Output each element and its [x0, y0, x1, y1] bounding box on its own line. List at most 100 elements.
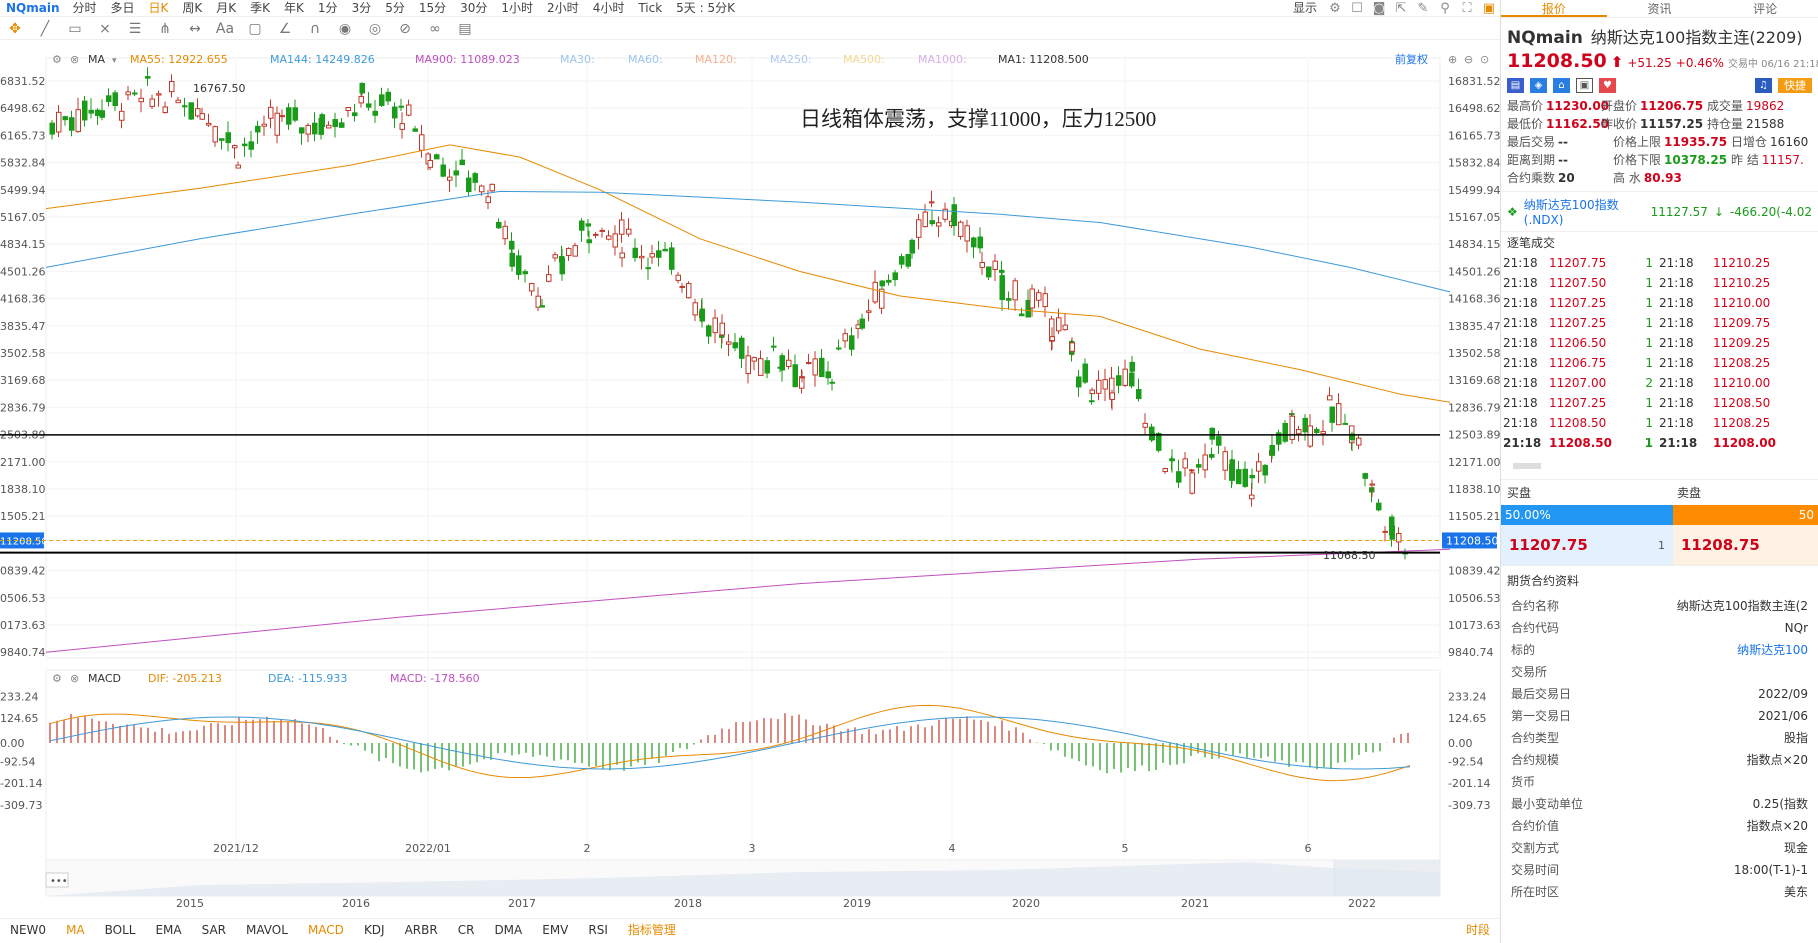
tab-news[interactable]: 资讯: [1607, 0, 1713, 17]
timeframe-14[interactable]: 4小时: [586, 0, 632, 17]
candle-body: [175, 99, 181, 104]
timeframe-2[interactable]: 日K: [142, 0, 176, 17]
candle-body: [242, 143, 248, 147]
share-icon[interactable]: ⇱: [1390, 0, 1412, 17]
bank-icon[interactable]: ⌂: [1553, 78, 1570, 93]
contract-value[interactable]: 纳斯达克100: [1737, 639, 1808, 661]
indicator-3[interactable]: EMA: [145, 919, 191, 941]
macd-tick: -92.54: [1448, 756, 1483, 769]
candle-body: [529, 283, 535, 292]
timeframe-16[interactable]: 5天 : 5分K: [669, 0, 742, 17]
fib-tool-icon[interactable]: ⋔: [150, 18, 180, 40]
more-tool-icon[interactable]: ▤: [450, 18, 480, 40]
flag-icon[interactable]: ▤: [1507, 78, 1524, 93]
indicator-12[interactable]: RSI: [578, 919, 618, 941]
fullscreen-icon[interactable]: ⛶: [1456, 0, 1478, 17]
session-button[interactable]: 时段: [1456, 919, 1500, 941]
timeframe-7[interactable]: 1分: [311, 0, 345, 17]
indicator-2[interactable]: BOLL: [95, 919, 146, 941]
link-icon[interactable]: ⚲: [1434, 0, 1456, 17]
comment-tool-icon[interactable]: ▢: [240, 18, 270, 40]
timeframe-13[interactable]: 2小时: [540, 0, 586, 17]
note-icon[interactable]: ▣: [1576, 78, 1593, 93]
line-tool-icon[interactable]: ╱: [30, 18, 60, 40]
camera-icon[interactable]: ◙: [1368, 0, 1390, 17]
tick-cell: 21:18: [1659, 436, 1698, 450]
candle-body: [1296, 428, 1302, 435]
contract-label: 交易时间: [1511, 863, 1560, 877]
rect-tool-icon[interactable]: ▭: [60, 18, 90, 40]
symbol-selector[interactable]: NQmain: [0, 1, 66, 15]
tick-cell: 1: [1645, 256, 1653, 270]
layout-icon[interactable]: ☐: [1346, 0, 1368, 17]
candle-body: [1189, 469, 1195, 472]
contract-label: 合约规模: [1511, 753, 1560, 767]
pattern-tool-icon[interactable]: ⨯: [90, 18, 120, 40]
indicator-11[interactable]: EMV: [532, 919, 578, 941]
indicator-10[interactable]: DMA: [484, 919, 532, 941]
favorite-icon[interactable]: ♥: [1599, 78, 1616, 93]
alert-icon[interactable]: ♫: [1755, 78, 1772, 93]
bid-price[interactable]: 11207.75: [1509, 536, 1588, 554]
eye-icon[interactable]: ◎: [360, 18, 390, 40]
timeframe-6[interactable]: 年K: [277, 0, 311, 17]
indicator-1[interactable]: MA: [56, 919, 95, 941]
timeframe-3[interactable]: 周K: [175, 0, 209, 17]
price-tick: 16831.52: [1448, 75, 1500, 88]
indicator-5[interactable]: MAVOL: [236, 919, 298, 941]
tab-comments[interactable]: 评论: [1712, 0, 1818, 17]
timeframe-11[interactable]: 30分: [453, 0, 494, 17]
ask-price[interactable]: 11208.75: [1681, 536, 1760, 554]
overview-year: 2021: [1181, 897, 1209, 910]
settings-gear-icon[interactable]: ⚙: [1324, 0, 1346, 17]
close-icon: ⊗: [70, 53, 79, 66]
timeframe-12[interactable]: 1小时: [494, 0, 540, 17]
candle-body: [1249, 474, 1255, 479]
crosshair-icon[interactable]: ✥: [0, 18, 30, 40]
lock-icon[interactable]: ◉: [330, 18, 360, 40]
indicator-13[interactable]: 指标管理: [618, 919, 686, 941]
candle-body: [339, 122, 345, 128]
index-name[interactable]: 纳斯达克100指数 (.NDX): [1524, 196, 1645, 227]
timeframe-0[interactable]: 分时: [66, 0, 104, 17]
indicator-9[interactable]: CR: [448, 919, 485, 941]
timeframe-9[interactable]: 5分: [378, 0, 412, 17]
draw-icon[interactable]: ✎: [1412, 0, 1434, 17]
chart-area[interactable]: ⚙ ⊗ MA ▾ MA55: 12922.655 MA144: 14249.826 MA90…: [0, 40, 1501, 920]
chart-icon[interactable]: ◈: [1530, 78, 1547, 93]
indicator-4[interactable]: SAR: [192, 919, 236, 941]
link-tool-icon[interactable]: ∞: [420, 18, 450, 40]
magnet-icon[interactable]: ∩: [300, 18, 330, 40]
timeframe-15[interactable]: Tick: [631, 0, 669, 17]
contract-label: 交割方式: [1511, 841, 1560, 855]
timeframe-5[interactable]: 季K: [243, 0, 277, 17]
scrollbar[interactable]: [1513, 463, 1541, 469]
stat-label: 成交量: [1707, 99, 1744, 113]
stat-value: 11206.75: [1640, 99, 1704, 113]
contract-row: 合约名称 纳斯达克100指数主连(2: [1501, 595, 1818, 617]
tab-quote[interactable]: 报价: [1501, 0, 1607, 17]
candle-body: [1109, 392, 1115, 400]
indicator-6[interactable]: MACD: [298, 919, 354, 941]
timeframe-1[interactable]: 多日: [104, 0, 142, 17]
channel-tool-icon[interactable]: ☰: [120, 18, 150, 40]
candle-body: [859, 318, 865, 329]
indicator-7[interactable]: KDJ: [354, 919, 395, 941]
delete-icon[interactable]: ⊘: [390, 18, 420, 40]
ruler-icon[interactable]: ∠: [270, 18, 300, 40]
dea-value: DEA: -115.933: [268, 672, 347, 685]
timeframe-4[interactable]: 月K: [209, 0, 243, 17]
candle-body: [372, 110, 378, 116]
timeframe-8[interactable]: 3分: [345, 0, 379, 17]
display-menu[interactable]: 显示: [1286, 0, 1324, 17]
price-change: +51.25: [1627, 56, 1672, 70]
panel-toggle-icon[interactable]: ▣: [1478, 0, 1500, 17]
timeframe-10[interactable]: 15分: [412, 0, 453, 17]
indicator-8[interactable]: ARBR: [395, 919, 448, 941]
text-tool-icon[interactable]: Aa: [210, 18, 240, 40]
arrow-tool-icon[interactable]: ↔: [180, 18, 210, 40]
candle-body: [586, 239, 592, 244]
contract-row: 最小变动单位 0.25(指数: [1501, 793, 1818, 815]
indicator-0[interactable]: NEW0: [0, 919, 56, 941]
quick-trade-button[interactable]: 快捷: [1778, 78, 1812, 93]
